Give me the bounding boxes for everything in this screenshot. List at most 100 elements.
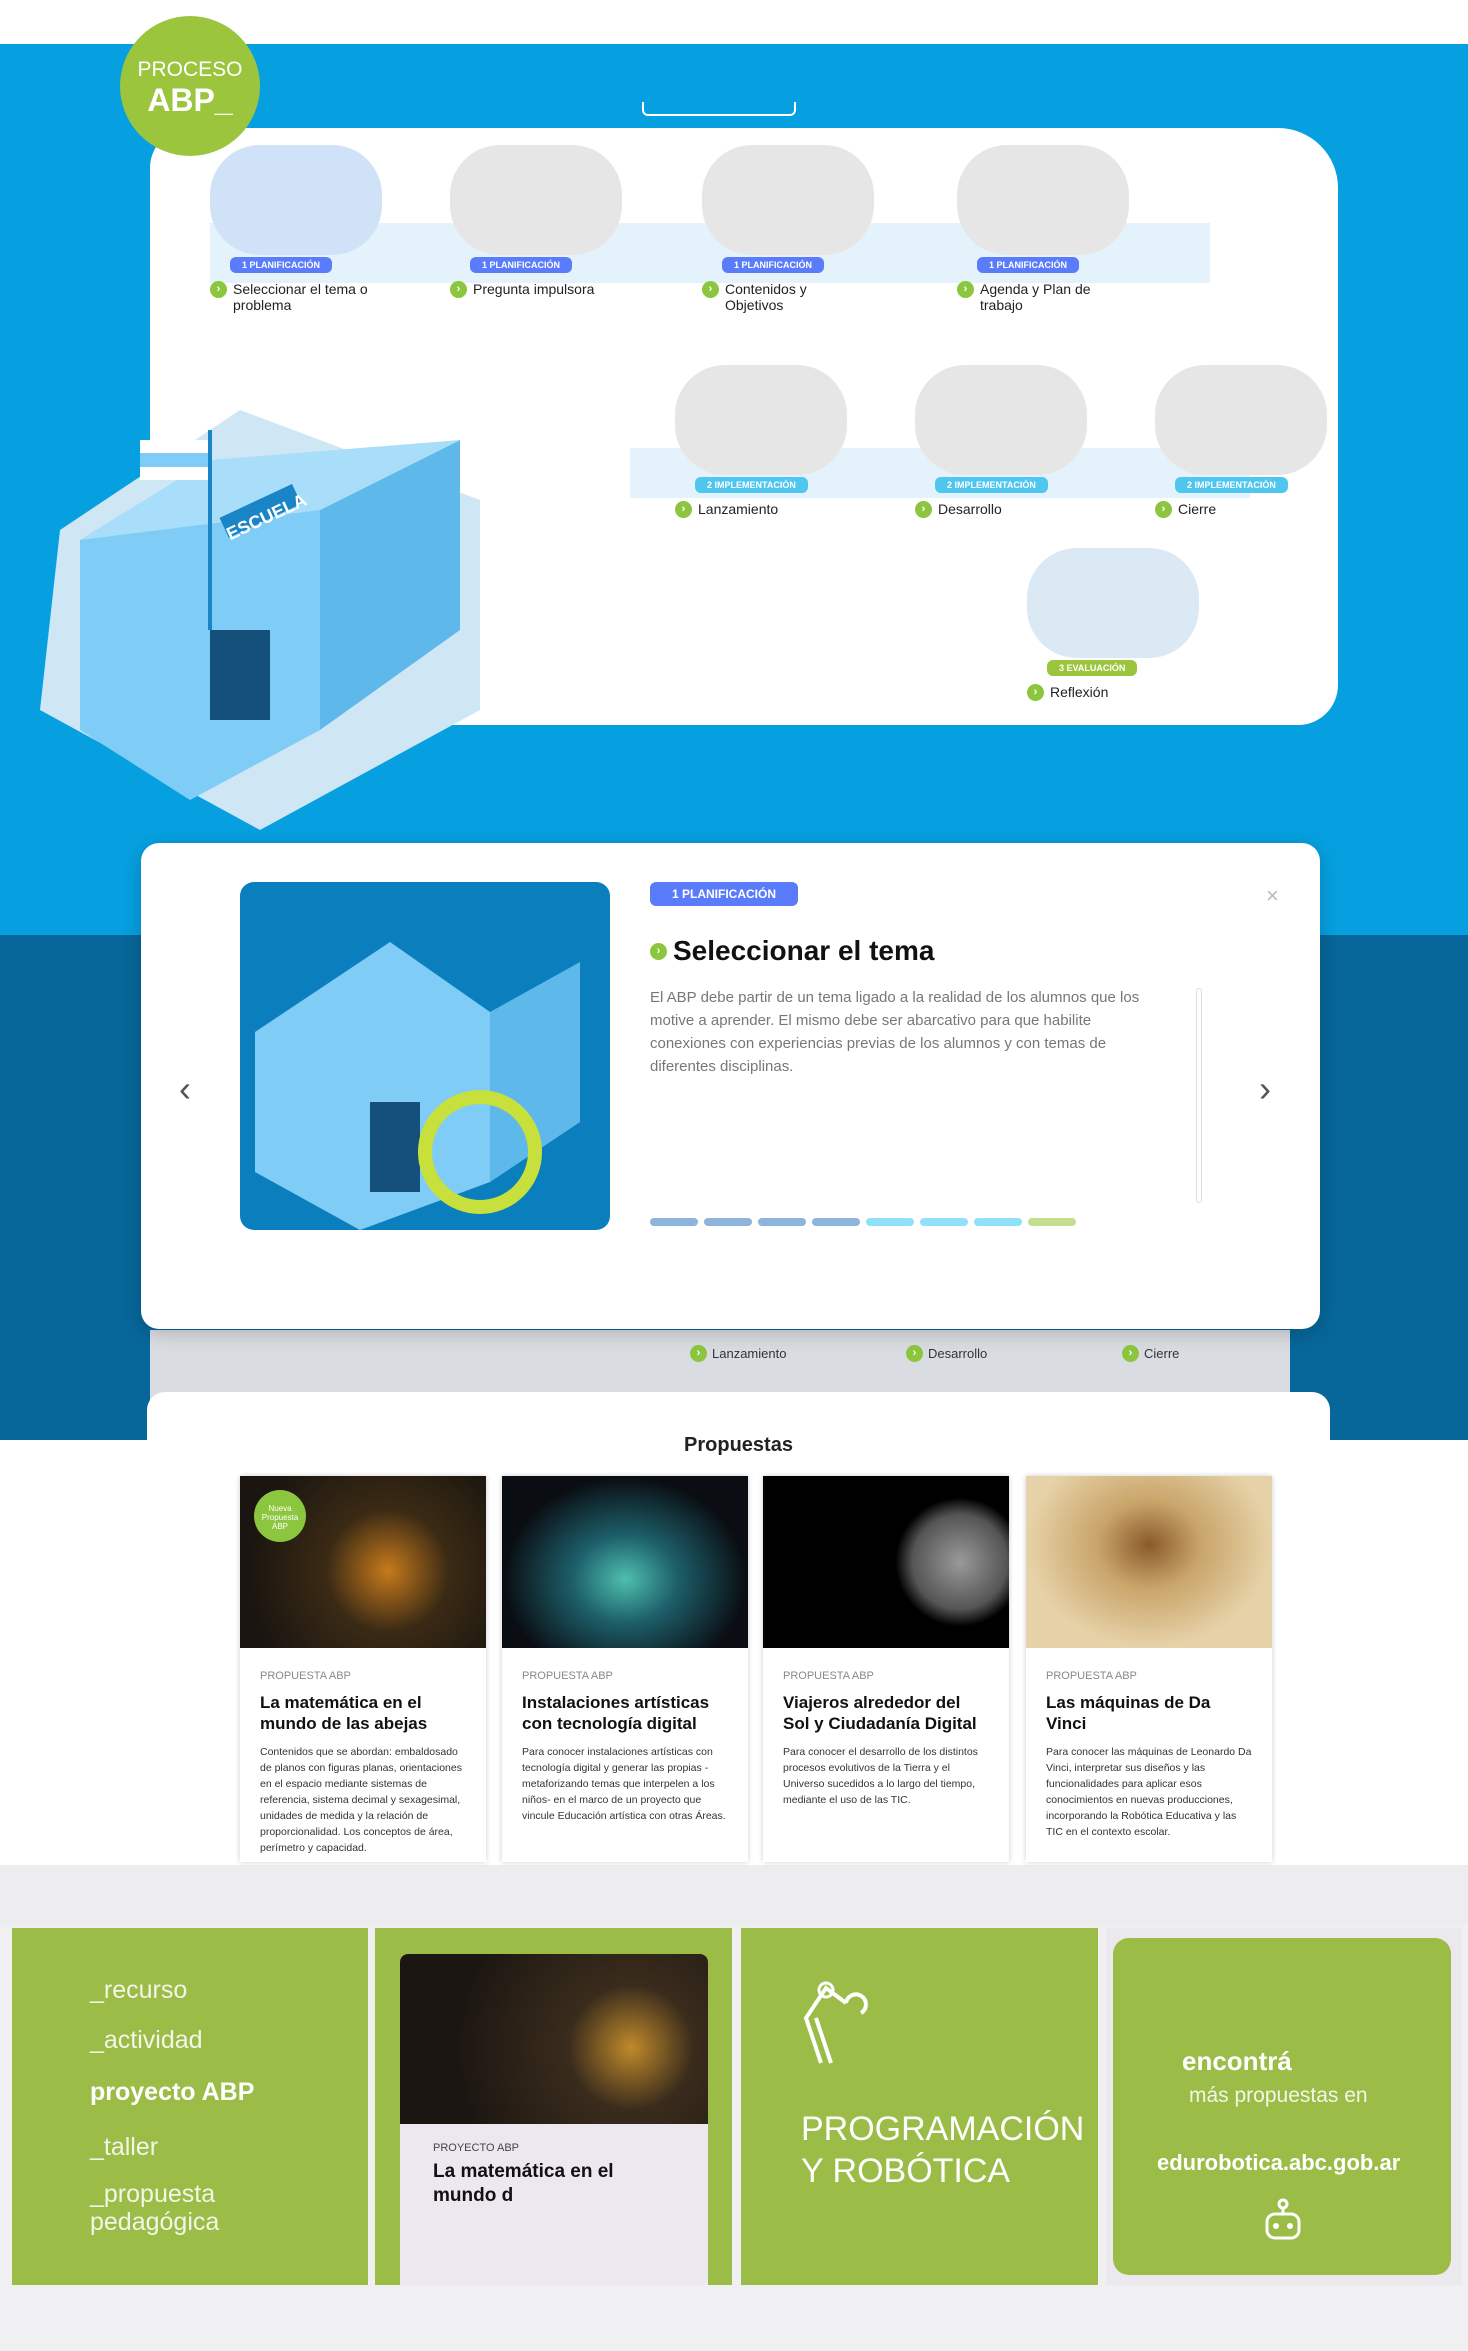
step-illustration <box>957 145 1129 255</box>
step-label: Agenda y Plan de trabajo <box>980 281 1091 313</box>
progress-dot[interactable] <box>866 1218 914 1226</box>
logo-line2: ABP_ <box>147 82 233 118</box>
progress-dot[interactable] <box>920 1218 968 1226</box>
new-badge: Nueva Propuesta ABP <box>254 1490 306 1542</box>
school-illustration: ESCUELA <box>40 410 480 830</box>
progress-dot[interactable] <box>1028 1218 1076 1226</box>
robot-icon <box>1265 2198 1301 2240</box>
chevron-right-icon: › <box>957 281 974 298</box>
step-label: Contenidos y Objetivos <box>725 281 807 313</box>
step-desarrollo[interactable]: 2 IMPLEMENTACIÓN › Desarrollo <box>915 365 1095 518</box>
card-title: Viajeros alrededor del Sol y Ciudadanía … <box>783 1693 977 1733</box>
step-illustration <box>915 365 1087 475</box>
chevron-right-icon: › <box>210 281 227 298</box>
chevron-right-icon: › <box>690 1345 707 1362</box>
phase-badge: 1 PLANIFICACIÓN <box>470 257 573 273</box>
section-title: Propuestas <box>684 1434 793 1456</box>
card-title: Instalaciones artísticas con tecnología … <box>522 1693 710 1733</box>
find-subheading: más propuestas en <box>1189 2084 1368 2107</box>
phase-badge: 3 EVALUACIÓN <box>1047 660 1138 676</box>
menu-item-proyecto-abp[interactable]: proyecto ABP <box>90 2078 254 2107</box>
step-image <box>240 882 610 1230</box>
site-link[interactable]: edurobotica.abc.gob.ar <box>1157 2150 1400 2176</box>
proposal-card[interactable]: Nueva Propuesta ABP PROPUESTA ABP La mat… <box>240 1476 486 1862</box>
step-label: Pregunta impulsora <box>473 281 595 297</box>
project-card[interactable]: PROYECTO ABP La matemática en el mundo d <box>400 1954 708 2285</box>
card-kind: PROYECTO ABP <box>433 2142 519 2154</box>
chevron-right-icon: › <box>450 281 467 298</box>
proposal-card[interactable]: PROPUESTA ABP Instalaciones artísticas c… <box>502 1476 748 1862</box>
menu-item-propuesta[interactable]: _propuesta pedagógica <box>90 2180 260 2236</box>
menu-item-actividad[interactable]: _actividad <box>90 2026 203 2055</box>
card-kind: PROPUESTA ABP <box>1046 1670 1137 1682</box>
step-illustration <box>702 145 874 255</box>
card-description: Para conocer las máquinas de Leonardo Da… <box>1046 1746 1252 1838</box>
find-heading: encontrá <box>1182 2046 1292 2076</box>
proposal-card[interactable]: PROPUESTA ABP Las máquinas de Da Vinci P… <box>1026 1476 1272 1862</box>
chevron-right-icon: › <box>1122 1345 1139 1362</box>
map-tab-handle[interactable] <box>642 102 796 116</box>
modal-description: El ABP debe partir de un tema ligado a l… <box>650 989 1140 1075</box>
scrollbar[interactable] <box>1196 988 1202 1203</box>
step-label: Cierre <box>1178 501 1217 517</box>
proposal-card[interactable]: PROPUESTA ABP Viajeros alrededor del Sol… <box>763 1476 1009 1862</box>
step-detail-modal: 1 PLANIFICACIÓN › Seleccionar el tema El … <box>141 843 1320 1329</box>
step-label: Reflexión <box>1050 684 1109 700</box>
step-pregunta-impulsora[interactable]: 1 PLANIFICACIÓN › Pregunta impulsora <box>450 145 630 298</box>
progress-dot[interactable] <box>650 1218 698 1226</box>
progress-dot[interactable] <box>704 1218 752 1226</box>
next-arrow-button[interactable]: › <box>1259 1068 1271 1110</box>
chevron-right-icon: › <box>906 1345 923 1362</box>
close-button[interactable]: × <box>1266 883 1279 909</box>
prev-arrow-button[interactable]: ‹ <box>179 1068 191 1110</box>
card-image <box>1026 1476 1272 1648</box>
phase-badge: 1 PLANIFICACIÓN <box>650 882 799 906</box>
propuestas-section: Propuestas Nueva Propuesta ABP PROPUESTA… <box>147 1392 1330 1862</box>
card-description: Para conocer el desarrollo de los distin… <box>783 1746 978 1806</box>
chevron-right-icon: › <box>650 942 667 960</box>
menu-panel: _recurso _actividad proyecto ABP _taller… <box>12 1928 368 2285</box>
chevron-right-icon: › <box>1027 684 1044 701</box>
step-contenidos[interactable]: 1 PLANIFICACIÓN › Contenidos y Objetivos <box>702 145 882 313</box>
step-label: Cierre <box>1144 1346 1180 1361</box>
phase-badge: 1 PLANIFICACIÓN <box>977 257 1080 273</box>
step-illustration <box>1155 365 1327 475</box>
chevron-right-icon: › <box>1155 501 1172 518</box>
step-seleccionar-tema[interactable]: 1 PLANIFICACIÓN › Seleccionar el tema o p… <box>210 145 390 313</box>
logo-line1: PROCESO <box>137 58 243 81</box>
step-lanzamiento[interactable]: 2 IMPLEMENTACIÓN › Lanzamiento <box>675 365 855 518</box>
menu-item-taller[interactable]: _taller <box>90 2133 158 2162</box>
card-title: La matemática en el mundo d <box>433 2161 614 2206</box>
phase-badge: 1 PLANIFICACIÓN <box>230 257 333 273</box>
card-image <box>763 1476 1009 1648</box>
card-description: Para conocer instalaciones artísticas co… <box>522 1746 726 1822</box>
card-kind: PROPUESTA ABP <box>260 1670 351 1682</box>
chevron-right-icon: › <box>702 281 719 298</box>
card-image <box>400 1954 708 2124</box>
phase-badge: 2 IMPLEMENTACIÓN <box>695 477 808 493</box>
chevron-right-icon: › <box>915 501 932 518</box>
progress-dot[interactable] <box>758 1218 806 1226</box>
title-line2: Y ROBÓTICA <box>801 2152 1011 2190</box>
step-label: Desarrollo <box>928 1346 988 1361</box>
find-panel: encontrá más propuestas en edurobotica.a… <box>1106 1928 1462 2285</box>
phase-badge: 1 PLANIFICACIÓN <box>722 257 825 273</box>
progress-dot[interactable] <box>812 1218 860 1226</box>
step-label: Lanzamiento <box>698 501 779 517</box>
find-link[interactable]: encontrá más propuestas en edurobotica.a… <box>1113 1938 1451 2275</box>
step-label: Desarrollo <box>938 501 1002 517</box>
step-label: Seleccionar el tema o problema <box>233 281 368 313</box>
step-progress <box>650 1218 1076 1226</box>
step-illustration <box>210 145 382 255</box>
phase-badge: 2 IMPLEMENTACIÓN <box>935 477 1048 493</box>
progress-dot[interactable] <box>974 1218 1022 1226</box>
step-reflexion[interactable]: 3 EVALUACIÓN › Reflexión <box>1027 548 1207 701</box>
project-panel: PROYECTO ABP La matemática en el mundo d <box>375 1928 732 2285</box>
step-illustration <box>675 365 847 475</box>
step-cierre[interactable]: 2 IMPLEMENTACIÓN › Cierre <box>1155 365 1335 518</box>
step-agenda[interactable]: 1 PLANIFICACIÓN › Agenda y Plan de trabaj… <box>957 145 1137 313</box>
menu-item-recurso[interactable]: _recurso <box>90 1976 187 2005</box>
card-title: Las máquinas de Da Vinci <box>1046 1693 1211 1733</box>
step-illustration <box>450 145 622 255</box>
programacion-panel: PROGRAMACIÓN Y ROBÓTICA <box>741 1928 1098 2285</box>
